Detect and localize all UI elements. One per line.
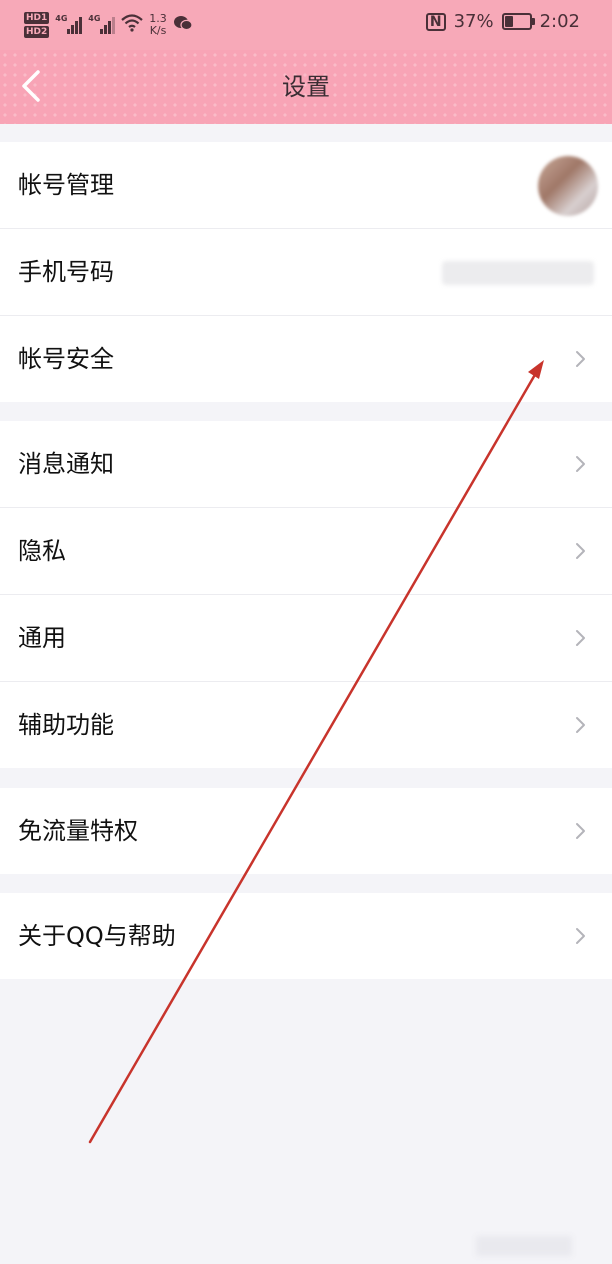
settings-row-account-security[interactable]: 帐号安全: [0, 316, 612, 402]
settings-row-about-help[interactable]: 关于QQ与帮助: [0, 893, 612, 979]
row-label: 辅助功能: [18, 711, 114, 739]
settings-row-general[interactable]: 通用: [0, 595, 612, 682]
chevron-right-icon: [574, 349, 588, 369]
speed-unit: K/s: [149, 24, 167, 37]
settings-group-data-privilege: 免流量特权: [0, 788, 612, 874]
nav-bar: 设置: [0, 50, 612, 124]
chevron-right-icon: [574, 628, 588, 648]
settings-row-free-data[interactable]: 免流量特权: [0, 788, 612, 874]
sim2-badge: HD2: [24, 26, 50, 38]
settings-group-general: 消息通知 隐私 通用 辅助功能: [0, 421, 612, 768]
row-label: 手机号码: [18, 258, 114, 286]
network-type-2: 4G: [88, 14, 101, 23]
settings-row-privacy[interactable]: 隐私: [0, 508, 612, 595]
settings-row-notifications[interactable]: 消息通知: [0, 421, 612, 508]
row-label: 通用: [18, 624, 66, 652]
clock: 2:02: [539, 11, 580, 32]
chevron-right-icon: [574, 821, 588, 841]
sim1-badge: HD1: [24, 12, 50, 24]
chevron-right-icon: [574, 541, 588, 561]
status-left: HD1 HD2 4G 4G 1.3 K/s: [24, 8, 193, 42]
chevron-right-icon: [574, 454, 588, 474]
settings-row-phone-number[interactable]: 手机号码: [0, 229, 612, 316]
battery-fill: [504, 16, 513, 27]
row-label: 消息通知: [18, 450, 114, 478]
row-label: 免流量特权: [18, 817, 138, 845]
settings-row-account-management[interactable]: 帐号管理: [0, 142, 612, 229]
page-title: 设置: [282, 73, 330, 101]
row-label: 隐私: [18, 537, 66, 565]
nfc-icon: N: [425, 12, 446, 31]
signal-icon: 4G: [55, 14, 83, 34]
settings-group-account: 帐号管理 手机号码 帐号安全: [0, 142, 612, 402]
battery-percent: 37%: [453, 11, 494, 32]
wechat-icon: [173, 15, 193, 35]
network-type-1: 4G: [55, 14, 68, 23]
status-bar: HD1 HD2 4G 4G 1.3 K/s N 37% 2:02: [0, 0, 612, 50]
wifi-icon: [121, 13, 144, 37]
row-label: 关于QQ与帮助: [18, 922, 176, 950]
signal-icon-2: 4G: [88, 14, 116, 34]
battery-icon: [501, 13, 535, 30]
chevron-right-icon: [574, 715, 588, 735]
status-right: N 37% 2:02: [425, 11, 580, 32]
row-label: 帐号安全: [18, 345, 114, 373]
settings-row-accessibility[interactable]: 辅助功能: [0, 682, 612, 768]
blurred-watermark: [476, 1236, 572, 1256]
settings-group-about: 关于QQ与帮助: [0, 893, 612, 979]
sim-indicators: HD1 HD2: [24, 12, 50, 38]
row-label: 帐号管理: [18, 171, 114, 199]
chevron-right-icon: [574, 926, 588, 946]
network-speed: 1.3 K/s: [149, 13, 167, 37]
avatar: [538, 156, 598, 216]
masked-phone-value: [442, 261, 594, 285]
